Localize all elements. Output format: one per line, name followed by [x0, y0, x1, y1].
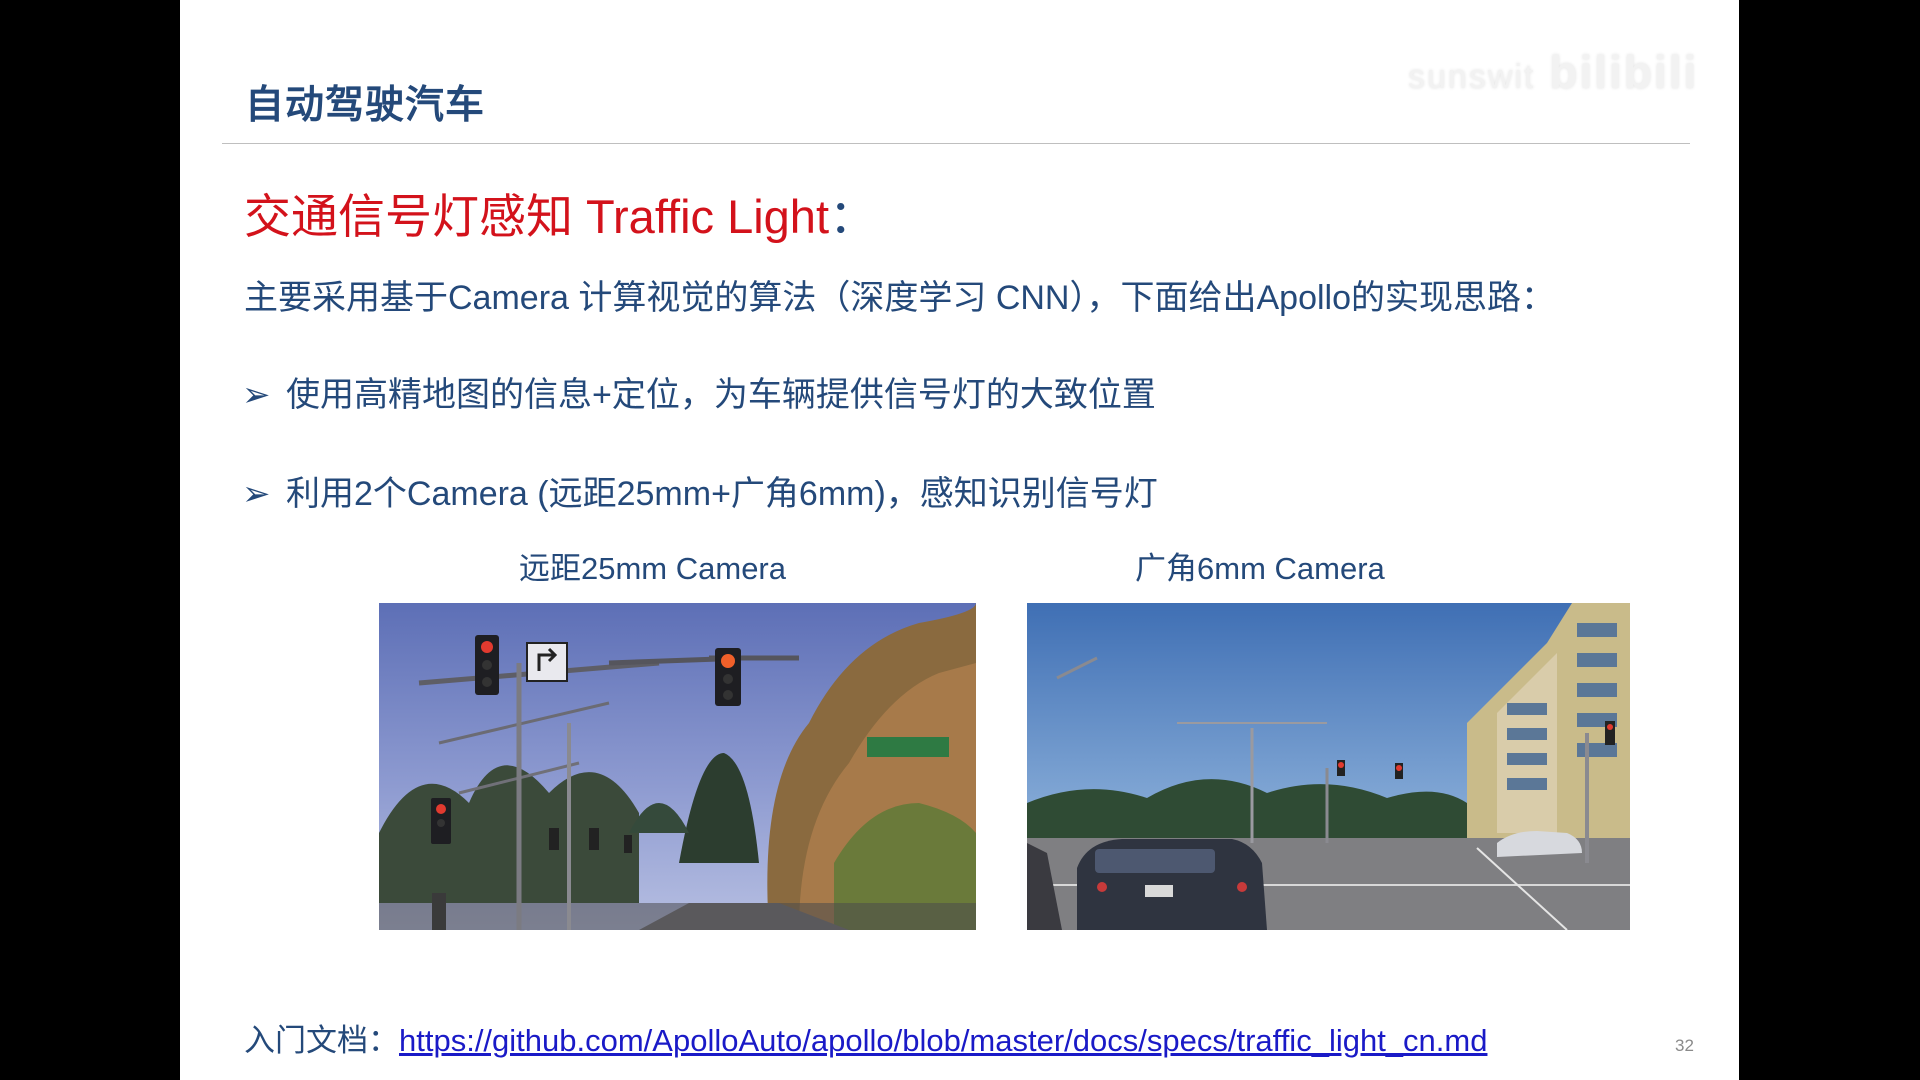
slide: 自动驾驶汽车 sunswit bilibili 交通信号灯感知 Traffic L… — [180, 0, 1739, 1080]
slide-title: 自动驾驶汽车 — [245, 84, 486, 127]
wide-angle-camera-image — [1027, 603, 1630, 930]
watermark-site: sunswit — [1408, 58, 1536, 96]
arrow-bullet-icon: ➢ — [242, 475, 271, 513]
section-heading-colon: ： — [829, 190, 876, 243]
section-heading-text: 交通信号灯感知 Traffic Light — [244, 190, 829, 243]
page-number: 32 — [1675, 1036, 1694, 1055]
bullet-item: ➢ 使用高精地图的信息+定位，为车辆提供信号灯的大致位置 — [242, 367, 1156, 416]
bullet-text: 利用2个Camera (远距25mm+广角6mm)，感知识别信号灯 — [286, 475, 1158, 513]
doc-reference: 入门文档：https://github.com/ApolloAuto/apoll… — [244, 1015, 1487, 1060]
doc-label: 入门文档： — [244, 1023, 399, 1058]
intro-text: 主要采用基于Camera 计算视觉的算法（深度学习 CNN），下面给出Apoll… — [244, 279, 1555, 317]
doc-link[interactable]: https://github.com/ApolloAuto/apollo/blo… — [399, 1023, 1487, 1058]
wide-angle-camera-caption: 广角6mm Camera — [1135, 551, 1385, 586]
arrow-bullet-icon: ➢ — [242, 376, 271, 414]
bullet-item: ➢ 利用2个Camera (远距25mm+广角6mm)，感知识别信号灯 — [242, 466, 1158, 515]
telephoto-camera-caption: 远距25mm Camera — [519, 551, 786, 586]
section-heading: 交通信号灯感知 Traffic Light： — [244, 178, 876, 247]
watermark: sunswit bilibili — [1408, 45, 1698, 99]
telephoto-camera-image — [379, 603, 976, 930]
bilibili-logo: bilibili — [1549, 46, 1699, 98]
bullet-text: 使用高精地图的信息+定位，为车辆提供信号灯的大致位置 — [286, 376, 1156, 414]
title-divider — [222, 143, 1690, 144]
